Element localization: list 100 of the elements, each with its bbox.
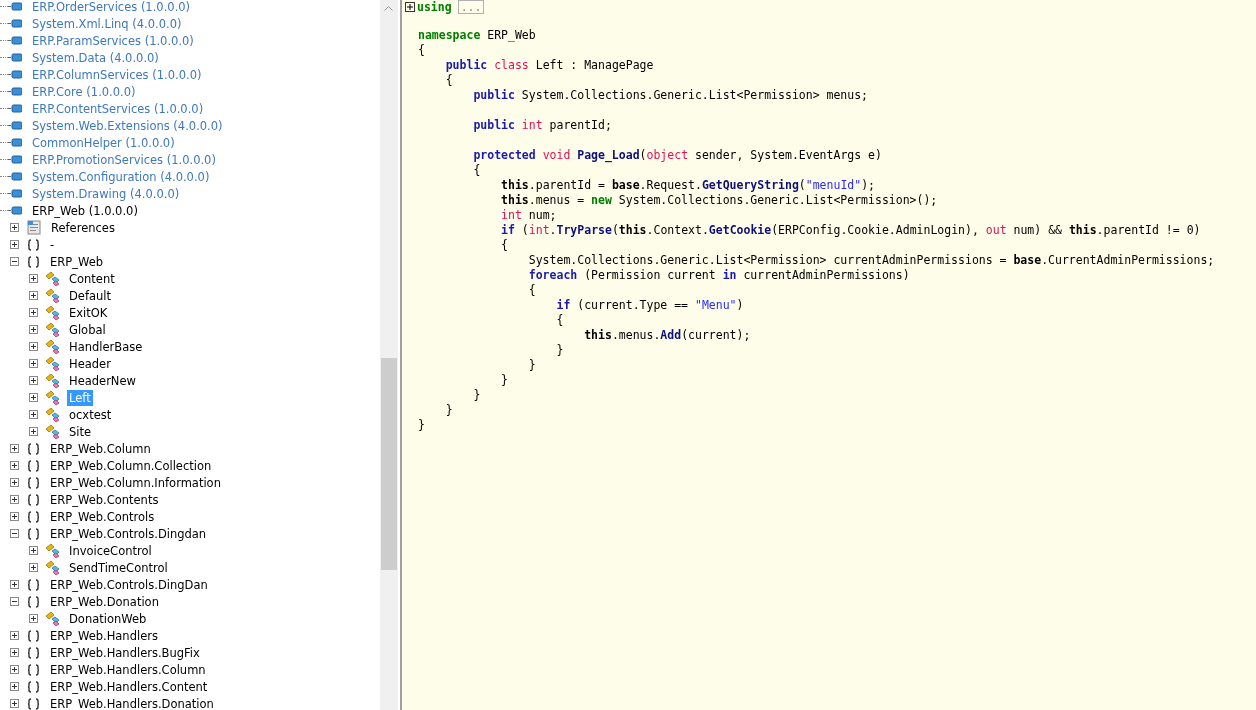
tree-item[interactable]: ERP_Web.Handlers.BugFix xyxy=(48,644,202,661)
tree-item[interactable]: InvoiceControl xyxy=(67,542,154,559)
tree-item[interactable]: ERP_Web.Handlers.Content xyxy=(48,678,210,695)
tree-item[interactable]: DonationWeb xyxy=(67,610,149,627)
namespace-icon xyxy=(27,238,40,251)
assembly-icon xyxy=(8,2,22,11)
expander-icon[interactable] xyxy=(29,427,38,436)
tree-item[interactable]: ERP_Web.Contents xyxy=(48,491,161,508)
class-icon xyxy=(45,542,61,559)
expander-icon[interactable] xyxy=(29,291,38,300)
tree-item[interactable]: - xyxy=(48,236,57,253)
collapsed-region[interactable]: ... xyxy=(457,0,485,14)
expander-icon[interactable] xyxy=(10,597,19,606)
tree-item[interactable]: ExitOK xyxy=(67,304,110,321)
tree-item[interactable]: ERP_Web.Donation xyxy=(48,593,161,610)
tree-item[interactable]: Header xyxy=(67,355,113,372)
expander-icon[interactable] xyxy=(10,495,19,504)
expander-icon[interactable] xyxy=(29,410,38,419)
tree-item[interactable]: ocxtest xyxy=(67,406,114,423)
class-icon xyxy=(45,338,61,355)
expander-icon[interactable] xyxy=(29,376,38,385)
expander-icon[interactable] xyxy=(10,444,19,453)
assembly-icon xyxy=(8,189,22,198)
tree-item[interactable]: ERP_Web.Controls xyxy=(48,508,157,525)
tree-item[interactable]: ERP_Web.Controls.Dingdan xyxy=(48,525,209,542)
tree-item[interactable]: System.Data (4.0.0.0) xyxy=(30,49,161,66)
expander-icon[interactable] xyxy=(10,648,19,657)
class-icon xyxy=(45,355,61,372)
tree-item[interactable]: ERP_Web.Handlers.Donation xyxy=(48,695,216,710)
expander-icon[interactable] xyxy=(29,563,38,572)
code-line: } xyxy=(527,358,537,373)
tree-item[interactable]: ERP_Web.Column.Information xyxy=(48,474,223,491)
assembly-icon xyxy=(8,155,22,164)
tree-item[interactable]: ERP_Web.Controls.DingDan xyxy=(48,576,210,593)
tree-item[interactable]: System.Web.Extensions (4.0.0.0) xyxy=(30,117,225,134)
class-icon xyxy=(45,406,61,423)
namespace-icon xyxy=(27,646,40,659)
expander-icon[interactable] xyxy=(29,274,38,283)
expander-icon[interactable] xyxy=(10,461,19,470)
tree-item[interactable]: ERP.ParamServices (1.0.0.0) xyxy=(30,32,196,49)
namespace-icon xyxy=(27,578,40,591)
tree-item[interactable]: ERP.PromotionServices (1.0.0.0) xyxy=(30,151,218,168)
expander-icon[interactable] xyxy=(29,393,38,402)
tree-item[interactable]: System.Configuration (4.0.0.0) xyxy=(30,168,212,185)
tree-item[interactable]: ERP.ContentServices (1.0.0.0) xyxy=(30,100,206,117)
tree-item[interactable]: References xyxy=(49,219,117,236)
expander-icon[interactable] xyxy=(10,223,19,232)
expander-icon[interactable] xyxy=(10,529,19,538)
expander-icon[interactable] xyxy=(29,359,38,368)
tree-item[interactable]: ERP_Web (1.0.0.0) xyxy=(30,202,140,219)
assembly-icon xyxy=(8,70,22,79)
tree-item[interactable]: ERP.OrderServices (1.0.0.0) xyxy=(30,0,193,15)
tree-item[interactable]: Site xyxy=(67,423,94,440)
tree-item[interactable]: System.Xml.Linq (4.0.0.0) xyxy=(30,15,184,32)
expander-icon[interactable] xyxy=(29,308,38,317)
expander-icon[interactable] xyxy=(10,240,19,249)
expander-icon[interactable] xyxy=(10,257,19,266)
expand-icon[interactable] xyxy=(405,2,415,12)
tree-item[interactable]: Default xyxy=(67,287,114,304)
class-icon xyxy=(45,610,61,627)
tree-item[interactable]: System.Drawing (4.0.0.0) xyxy=(30,185,182,202)
assembly-icon xyxy=(8,19,22,28)
tree-item[interactable]: CommonHelper (1.0.0.0) xyxy=(30,134,177,151)
namespace-icon xyxy=(27,255,40,268)
expander-icon[interactable] xyxy=(29,614,38,623)
expander-icon[interactable] xyxy=(10,665,19,674)
tree-item[interactable]: SendTimeControl xyxy=(67,559,170,576)
expander-icon[interactable] xyxy=(10,478,19,487)
expander-icon[interactable] xyxy=(10,682,19,691)
tree-item[interactable]: ERP.Core (1.0.0.0) xyxy=(30,83,138,100)
scrollbar-thumb[interactable] xyxy=(381,358,397,570)
expander-icon[interactable] xyxy=(10,699,19,708)
tree-item[interactable]: Content xyxy=(67,270,117,287)
tree-item[interactable]: ERP_Web.Handlers xyxy=(48,627,160,644)
code-line: } xyxy=(500,373,509,388)
class-icon xyxy=(45,287,61,304)
expander-icon[interactable] xyxy=(10,580,19,589)
tree-item[interactable]: HandlerBase xyxy=(67,338,145,355)
tree-item[interactable]: HeaderNew xyxy=(67,372,138,389)
code-line: public int parentId; xyxy=(472,117,613,133)
expander-icon[interactable] xyxy=(10,512,19,521)
code-line: } xyxy=(555,343,565,358)
code-line: if (current.Type == "Menu") xyxy=(555,298,745,313)
tree-item[interactable]: ERP_Web.Column.Collection xyxy=(48,457,214,474)
namespace-icon xyxy=(27,629,40,642)
scrollbar[interactable] xyxy=(380,0,398,710)
namespace-icon xyxy=(27,459,40,472)
tree-item[interactable]: ERP.ColumnServices (1.0.0.0) xyxy=(30,66,204,83)
tree-item[interactable]: Global xyxy=(67,321,108,338)
tree-item[interactable]: ERP_Web.Handlers.Column xyxy=(48,661,208,678)
expander-icon[interactable] xyxy=(29,325,38,334)
code-line: { xyxy=(472,163,482,178)
expander-icon[interactable] xyxy=(29,342,38,351)
tree-item[interactable]: ERP_Web.Column xyxy=(48,440,153,457)
expander-icon[interactable] xyxy=(10,631,19,640)
tree-item[interactable]: ERP_Web xyxy=(48,253,105,270)
code-line: this.menus = new System.Collections.Generic.List<Permission>(); xyxy=(500,193,939,208)
expander-icon[interactable] xyxy=(29,546,38,555)
class-icon xyxy=(45,321,61,338)
assembly-icon xyxy=(8,206,22,215)
